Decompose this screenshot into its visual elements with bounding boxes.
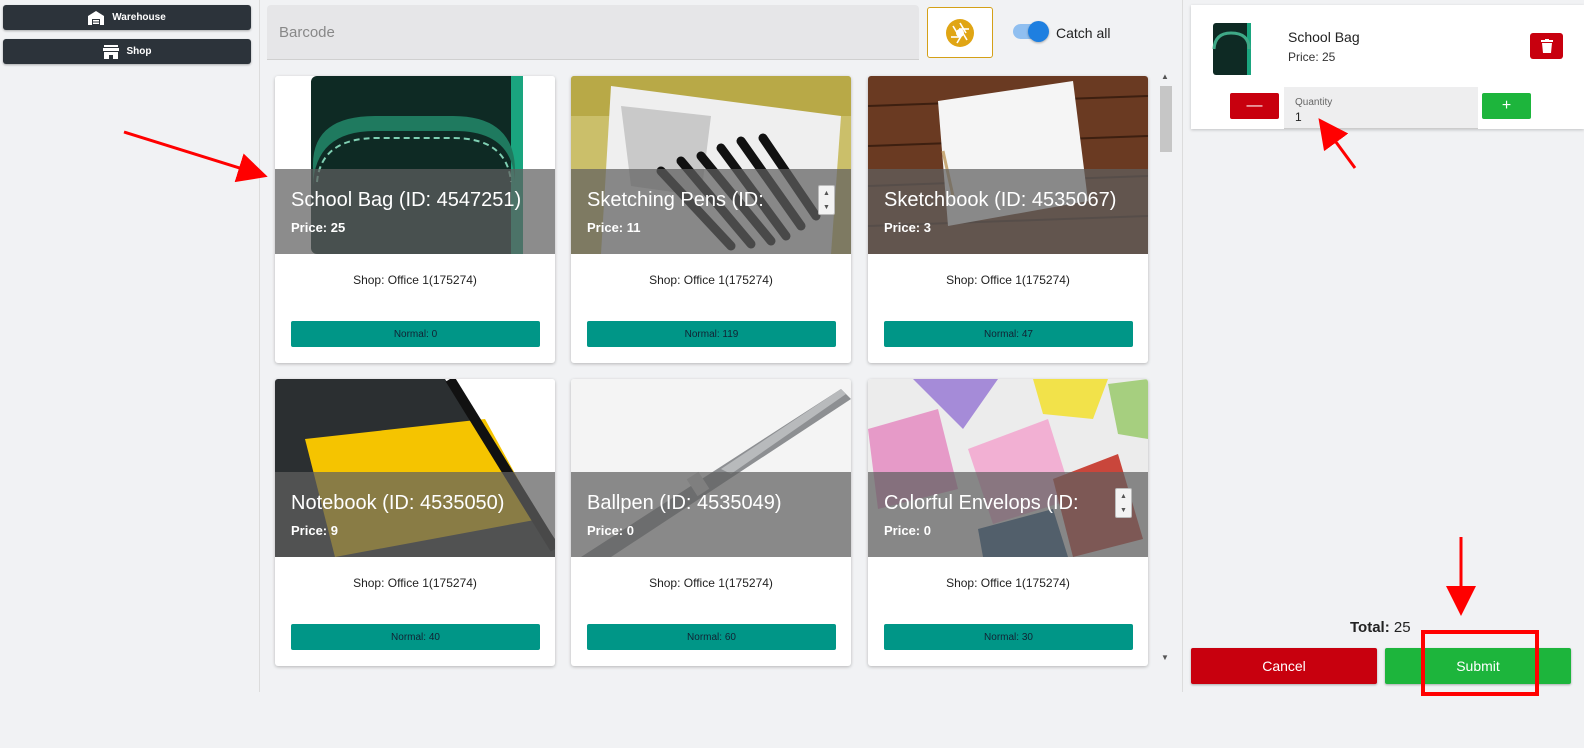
sidebar-item-warehouse[interactable]: Warehouse xyxy=(3,5,251,30)
product-shop: Shop: Office 1(175274) xyxy=(649,273,773,287)
trash-icon xyxy=(1540,39,1553,53)
sidebar-item-shop[interactable]: Shop xyxy=(3,39,251,64)
product-price: Price: 25 xyxy=(291,220,346,235)
sidebar: Warehouse Shop xyxy=(0,0,260,692)
chevron-up-icon: ▲ xyxy=(823,189,830,197)
product-shop: Shop: Office 1(175274) xyxy=(946,273,1070,287)
stock-badge[interactable]: Normal: 30 xyxy=(884,624,1133,650)
cart-total: Total: 25 xyxy=(1350,619,1411,636)
product-card[interactable]: School Bag (ID: 4547251) Price: 25 Shop:… xyxy=(275,76,555,363)
cart-item-price: Price: 25 xyxy=(1288,50,1336,64)
scrollbar-thumb[interactable] xyxy=(1160,86,1172,152)
stock-badge[interactable]: Normal: 119 xyxy=(587,321,836,347)
title-scroll-spinner[interactable]: ▲ ▼ xyxy=(818,185,835,215)
product-title: Ballpen (ID: 4535049) xyxy=(587,492,782,514)
stock-badge[interactable]: Normal: 60 xyxy=(587,624,836,650)
catch-all-toggle[interactable] xyxy=(1013,21,1049,42)
chevron-up-icon: ▲ xyxy=(1120,492,1127,500)
product-price: Price: 11 xyxy=(587,220,641,235)
cart-item-thumbnail xyxy=(1212,23,1251,75)
stock-badge[interactable]: Normal: 40 xyxy=(291,624,540,650)
cart-item-name: School Bag xyxy=(1288,29,1360,45)
product-shop: Shop: Office 1(175274) xyxy=(649,576,773,590)
product-title: Sketching Pens (ID: xyxy=(587,189,764,211)
barcode-input[interactable] xyxy=(267,5,919,60)
chevron-down-icon: ▼ xyxy=(1120,506,1127,514)
remove-item-button[interactable] xyxy=(1530,33,1563,59)
product-price: Price: 3 xyxy=(884,220,931,235)
cart-item: School Bag Price: 25 — Quantity 1 + xyxy=(1191,5,1584,129)
increase-quantity-button[interactable]: + xyxy=(1482,93,1531,119)
product-title: School Bag (ID: 4547251) xyxy=(291,189,522,211)
store-icon xyxy=(102,44,119,59)
quantity-value: 1 xyxy=(1295,110,1302,124)
title-scroll-spinner[interactable]: ▲ ▼ xyxy=(1115,488,1132,518)
product-price: Price: 0 xyxy=(587,523,634,538)
total-value: 25 xyxy=(1393,619,1411,636)
submit-button[interactable]: Submit xyxy=(1385,648,1571,684)
catch-all-label: Catch all xyxy=(1056,25,1111,41)
product-title: Sketchbook (ID: 4535067) xyxy=(884,189,1117,211)
product-shop: Shop: Office 1(175274) xyxy=(946,576,1070,590)
product-shop: Shop: Office 1(175274) xyxy=(353,273,477,287)
product-price: Price: 0 xyxy=(884,523,931,538)
product-grid: School Bag (ID: 4547251) Price: 25 Shop:… xyxy=(275,76,1155,666)
warehouse-icon xyxy=(88,10,105,25)
total-label: Total: xyxy=(1350,619,1390,636)
camera-shutter-icon xyxy=(946,18,974,47)
grid-scrollbar[interactable] xyxy=(1158,70,1174,667)
product-card[interactable]: Sketchbook (ID: 4535067) Price: 3 Shop: … xyxy=(868,76,1148,363)
product-price: Price: 9 xyxy=(291,523,338,538)
product-card[interactable]: Ballpen (ID: 4535049) Price: 0 Shop: Off… xyxy=(571,379,851,666)
decrease-quantity-button[interactable]: — xyxy=(1230,93,1279,119)
sidebar-item-label: Shop xyxy=(126,46,152,57)
chevron-down-icon: ▼ xyxy=(823,203,830,211)
product-card[interactable]: Colorful Envelops (ID: ▲ ▼ Price: 0 Shop:… xyxy=(868,379,1148,666)
product-title: Notebook (ID: 4535050) xyxy=(291,492,505,514)
stock-badge[interactable]: Normal: 47 xyxy=(884,321,1133,347)
sidebar-item-label: Warehouse xyxy=(112,12,166,23)
scroll-up-icon[interactable]: ▲ xyxy=(1161,72,1169,81)
product-card[interactable]: Sketching Pens (ID: ▲ ▼ Price: 11 Shop: O… xyxy=(571,76,851,363)
product-card[interactable]: Notebook (ID: 4535050) Price: 9 Shop: Of… xyxy=(275,379,555,666)
product-title: Colorful Envelops (ID: xyxy=(884,492,1079,514)
scroll-down-icon[interactable]: ▼ xyxy=(1161,653,1169,662)
quantity-label: Quantity xyxy=(1295,97,1333,108)
quantity-field[interactable]: Quantity 1 xyxy=(1284,87,1478,129)
cancel-button[interactable]: Cancel xyxy=(1191,648,1377,684)
camera-scan-button[interactable] xyxy=(927,7,993,58)
product-shop: Shop: Office 1(175274) xyxy=(353,576,477,590)
stock-badge[interactable]: Normal: 0 xyxy=(291,321,540,347)
